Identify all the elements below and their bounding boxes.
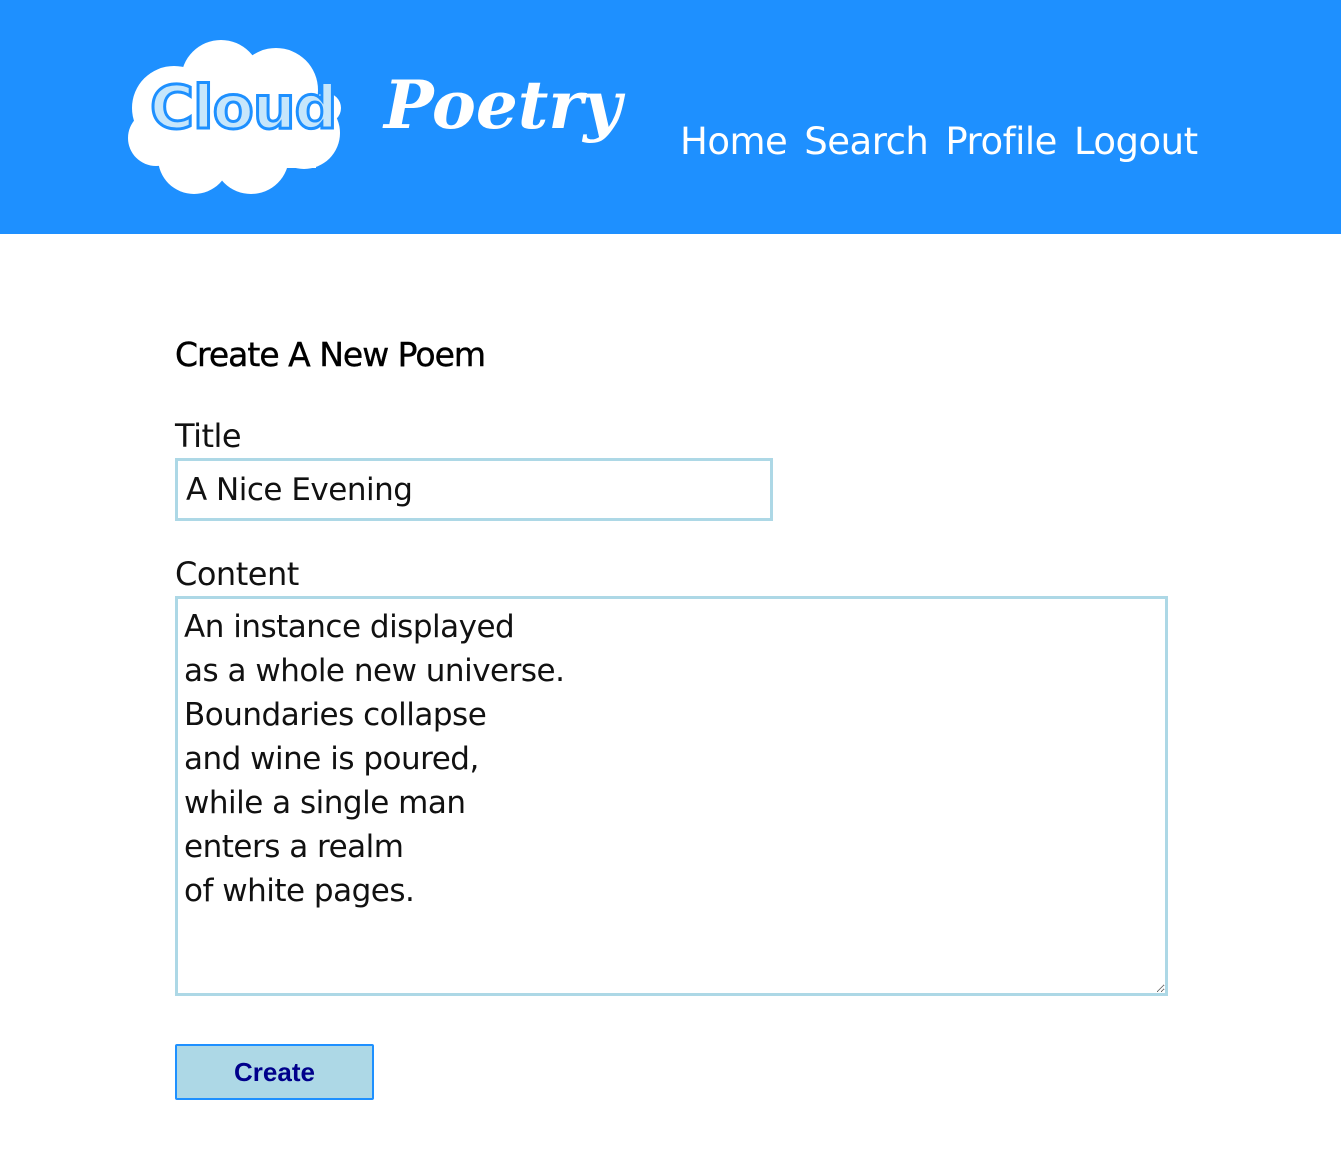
logo-cloud-word: Cloud [148, 73, 338, 143]
title-input[interactable] [175, 458, 773, 521]
nav-search-link[interactable]: Search [804, 118, 929, 166]
cloud-poetry-logo[interactable]: Cloud Poetry [126, 38, 636, 198]
create-poem-form: Create A New Poem Title Content An insta… [175, 330, 1175, 1100]
site-header: Cloud Poetry Home Search Profile Logout [0, 0, 1341, 234]
logo-poetry-word: Poetry [384, 66, 622, 144]
content-textarea[interactable]: An instance displayed as a whole new uni… [175, 596, 1168, 996]
nav-profile-link[interactable]: Profile [945, 118, 1057, 166]
nav-logout-link[interactable]: Logout [1074, 118, 1198, 166]
content-label: Content [175, 555, 299, 593]
page-title: Create A New Poem [175, 335, 486, 374]
nav-home-link[interactable]: Home [680, 118, 788, 166]
main-nav: Home Search Profile Logout [680, 118, 1215, 166]
create-button[interactable]: Create [175, 1044, 374, 1100]
title-label: Title [175, 417, 242, 455]
